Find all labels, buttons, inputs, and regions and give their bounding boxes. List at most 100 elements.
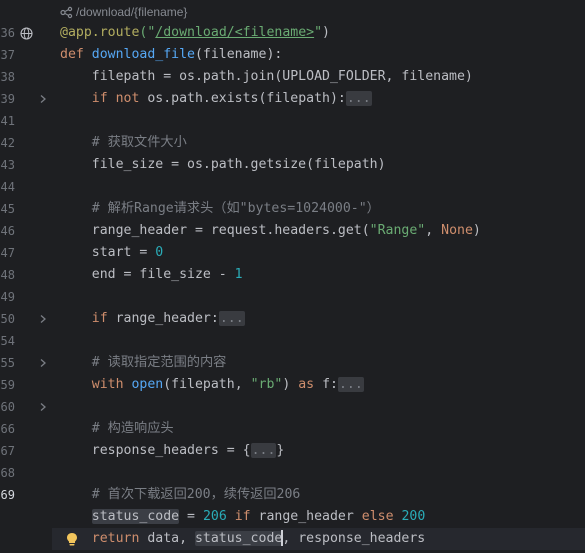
code-token: ) [322,25,330,40]
code-token: file_size = os.path.getsize(filepath) [60,157,386,172]
line-number: 55 [0,356,15,370]
globe-icon[interactable] [20,22,34,44]
code-token: f: [322,377,338,392]
line-number: 67 [0,444,15,458]
code-token: 200 [401,509,426,524]
code-token: open [131,377,164,392]
code-token: os.path.exists(filepath): [147,91,346,106]
line-number: 38 [0,70,15,84]
lightbulb-icon[interactable] [65,528,79,550]
code-token: 0 [155,245,164,260]
code-token: range_header: [115,311,219,326]
line-number: 37 [0,48,15,62]
code-token: " [314,25,323,40]
line-number: 47 [0,246,15,260]
code-line[interactable]: start = 0 [60,242,163,264]
code-token: = [179,509,203,524]
code-token: start = [60,245,156,260]
code-comment: # 构造响应头 [60,421,174,436]
chevron-right-icon[interactable] [38,308,48,330]
folded-code-placeholder[interactable]: ... [345,91,372,106]
code-token: else [361,509,402,524]
line-number: 59 [0,378,15,392]
code-token: with [91,377,132,392]
code-token: if [91,311,116,326]
code-token: (" [139,25,156,40]
code-line[interactable]: # 解析Range请求头（如"bytes=1024000-"） [60,198,380,220]
code-token: , response_headers [282,531,426,546]
code-token: data, [147,531,195,546]
line-number: 48 [0,268,15,282]
code-line[interactable]: # 首次下载返回200，续传返回206 [60,484,301,506]
line-number: 69 [0,488,15,502]
code-line[interactable]: # 读取指定范围的内容 [60,352,227,374]
code-token: range_header = request.headers.get( [60,223,370,238]
code-comment: # 获取文件大小 [60,135,187,150]
line-number: 50 [0,312,15,326]
code-line[interactable]: def download_file(filename): [60,44,282,66]
line-number: 43 [0,158,15,172]
code-line[interactable]: @app.route("/download/<filename>") [60,22,330,44]
route-link-icon [60,6,73,19]
line-number: 42 [0,136,15,150]
folded-code-placeholder[interactable]: ... [337,377,364,392]
code-line[interactable]: end = file_size - 1 [60,264,243,286]
code-token: status_code [91,509,180,524]
code-line[interactable]: status_code = 206 if range_header else 2… [60,506,425,528]
code-line[interactable]: response_headers = {...} [60,440,284,462]
line-number: 45 [0,202,15,216]
code-token: "rb" [250,377,283,392]
code-token: 206 [202,509,235,524]
code-token: response_headers = { [60,443,251,458]
code-token: , [425,223,442,238]
code-comment: # 读取指定范围的内容 [60,355,227,370]
code-line[interactable]: if range_header:... [60,308,245,330]
code-line[interactable]: if not os.path.exists(filepath):... [60,88,372,110]
folded-code-placeholder[interactable]: ... [218,311,245,326]
code-token: download_file [91,47,195,62]
code-token: filepath = os.path.join(UPLOAD_FOLDER, f… [60,69,473,84]
code-token: as [298,377,323,392]
line-number: 44 [0,180,15,194]
line-number: 49 [0,290,15,304]
code-token: (filename): [194,47,283,62]
code-token: ) [472,223,481,238]
code-line[interactable]: return data, status_code, response_heade… [60,528,425,550]
line-number: 54 [0,334,15,348]
code-token: if not [91,91,148,106]
code-token: /download/<filename> [155,25,315,40]
line-number: 41 [0,114,15,128]
line-number: 66 [0,422,15,436]
usage-hint[interactable]: /download/{filename} [60,3,187,21]
line-number-gutter: 36 37 38 39 41 42 43 44 45 46 47 48 49 50 54 55 59 60 66 67… [0,0,52,553]
code-token: (filepath, [163,377,251,392]
code-line[interactable]: # 构造响应头 [60,418,174,440]
code-line[interactable]: file_size = os.path.getsize(filepath) [60,154,386,176]
code-token: status_code [194,531,283,546]
chevron-right-icon[interactable] [38,352,48,374]
chevron-right-icon[interactable] [38,88,48,110]
code-comment: # 解析Range请求头（如"bytes=1024000-"） [60,201,380,216]
code-token: return [91,531,148,546]
code-token: def [60,47,92,62]
line-number: 60 [0,400,15,414]
code-token: "Range" [369,223,426,238]
line-number: 68 [0,466,15,480]
usage-hint-text: /download/{filename} [76,5,188,19]
line-number: 36 [0,26,15,40]
code-line[interactable]: range_header = request.headers.get("Rang… [60,220,481,242]
code-token: end = file_size - [60,267,235,282]
code-line[interactable]: filepath = os.path.join(UPLOAD_FOLDER, f… [60,66,473,88]
folded-code-placeholder[interactable]: ... [250,443,277,458]
chevron-right-icon[interactable] [38,396,48,418]
code-comment: # 首次下载返回200，续传返回206 [60,487,301,502]
code-token: ) [282,377,299,392]
line-number: 46 [0,224,15,238]
code-line[interactable]: with open(filepath, "rb") as f:... [60,374,364,396]
code-token: if [234,509,259,524]
code-line[interactable]: # 获取文件大小 [60,132,187,154]
